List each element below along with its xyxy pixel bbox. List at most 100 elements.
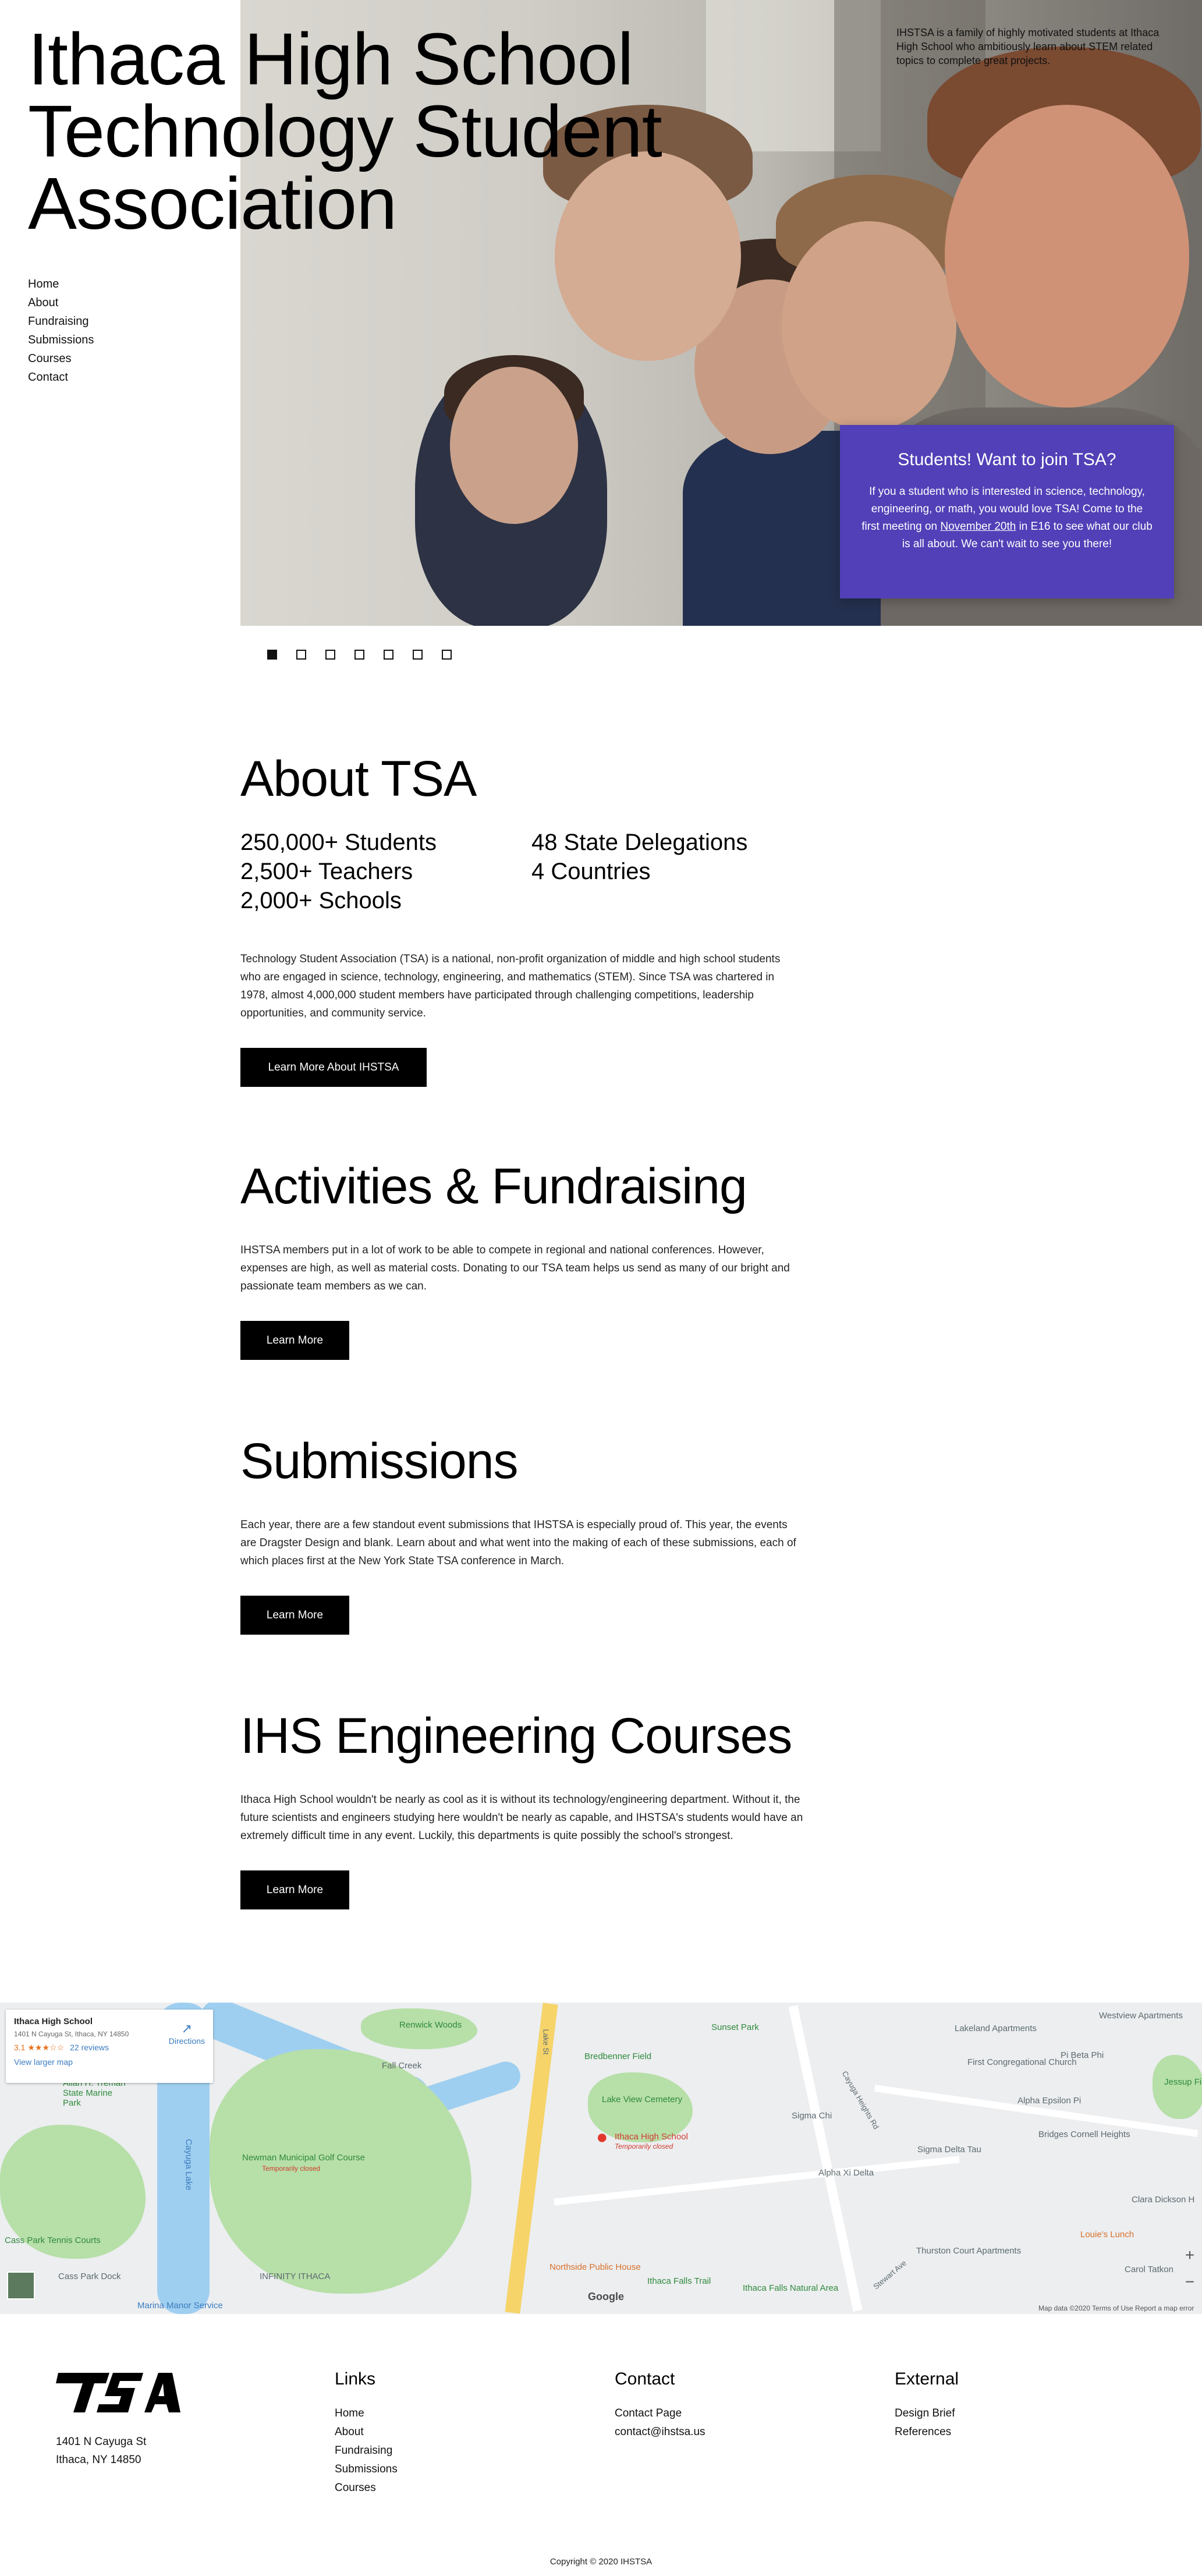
hero-blurb: IHSTSA is a family of highly motivated s…	[896, 27, 1160, 66]
zoom-out-button[interactable]: −	[1180, 2269, 1199, 2295]
stat-delegations: 48 State Delegations	[531, 830, 748, 855]
copyright: Copyright © 2020 IHSTSA	[549, 2557, 653, 2567]
directions-button[interactable]: ↗ Directions	[169, 2021, 205, 2046]
map-label-newman-closed: Temporarily closed	[262, 2164, 321, 2173]
map-label-fallcreek: Fall Creek	[382, 2061, 422, 2071]
activities-learn-more-button[interactable]: Learn More	[240, 1321, 349, 1360]
stat-schools: 2,000+ Schools	[240, 888, 402, 913]
map-label-louie: Louie's Lunch	[1080, 2230, 1134, 2240]
map-label-clara: Clara Dickson H	[1132, 2195, 1195, 2205]
zoom-in-button[interactable]: +	[1180, 2242, 1199, 2269]
footer-contact-title: Contact	[615, 2369, 675, 2389]
site-title-line1: Ithaca High School	[28, 18, 634, 100]
nav-submissions[interactable]: Submissions	[28, 331, 94, 349]
meeting-date-link[interactable]: November 20th	[940, 520, 1016, 533]
map-card-reviews-link[interactable]: 22 reviews	[70, 2043, 109, 2052]
footer-link-submissions[interactable]: Submissions	[335, 2460, 398, 2479]
map-pin-label: Ithaca High School	[615, 2132, 688, 2142]
slide-dot-1[interactable]	[267, 650, 277, 660]
nav-fundraising[interactable]: Fundraising	[28, 312, 94, 331]
submissions-section: Submissions Each year, there are a few s…	[240, 1433, 822, 1635]
map-label-firstcong: First Congregational Church	[967, 2057, 1077, 2067]
map-label-alphaxi: Alpha Xi Delta	[818, 2168, 874, 2178]
about-stats: 250,000+ Students 2,500+ Teachers 2,000+…	[240, 828, 822, 915]
courses-learn-more-button[interactable]: Learn More	[240, 1870, 349, 1909]
footer-contact-page-link[interactable]: Contact Page	[615, 2404, 705, 2423]
stats-left: 250,000+ Students 2,500+ Teachers 2,000+…	[240, 828, 531, 915]
footer-design-brief-link[interactable]: Design Brief	[895, 2404, 959, 2423]
nav-contact[interactable]: Contact	[28, 368, 94, 387]
map-label-sigmadelta: Sigma Delta Tau	[917, 2145, 981, 2155]
map-label-ithacafalls: Ithaca Falls Trail	[647, 2276, 711, 2286]
site-title-line2: Technology Student	[28, 90, 662, 172]
map-label-marina: Marina Manor Service	[137, 2301, 223, 2311]
submissions-learn-more-button[interactable]: Learn More	[240, 1596, 349, 1635]
footer-links-column: Links Home About Fundraising Submissions…	[335, 2369, 398, 2497]
site-title-line3: Association	[28, 162, 397, 245]
map-place-card: Ithaca High School 1401 N Cayuga St, Ith…	[6, 2010, 213, 2083]
join-tsa-callout: Students! Want to join TSA? If you a stu…	[840, 425, 1174, 598]
learn-more-about-button[interactable]: Learn More About IHSTSA	[240, 1048, 427, 1087]
map-label-lakeland: Lakeland Apartments	[955, 2024, 1037, 2033]
tsa-logo	[56, 2373, 180, 2412]
map-label-westview: Westview Apartments	[1099, 2011, 1183, 2021]
submissions-title: Submissions	[240, 1433, 519, 1489]
rating-stars-icon: ★★★☆☆	[27, 2043, 65, 2052]
slide-dot-3[interactable]	[325, 650, 335, 660]
footer-link-about[interactable]: About	[335, 2423, 398, 2442]
map-label-sigmachi: Sigma Chi	[792, 2111, 832, 2121]
map-attribution[interactable]: Map data ©2020 Terms of Use Report a map…	[1038, 2304, 1194, 2312]
main-nav: Home About Fundraising Submissions Cours…	[28, 275, 94, 387]
satellite-toggle-thumbnail[interactable]	[7, 2272, 35, 2299]
footer-external-column: External Design Brief References	[895, 2369, 959, 2442]
footer-email-link[interactable]: contact@ihstsa.us	[615, 2423, 705, 2442]
map-label-northside: Northside Public House	[549, 2262, 641, 2272]
activities-section: Activities & Fundraising IHSTSA members …	[240, 1158, 822, 1360]
footer-external-title: External	[895, 2369, 959, 2389]
stats-right: 48 State Delegations 4 Countries	[531, 828, 822, 915]
map-label-thurston: Thurston Court Apartments	[916, 2246, 1022, 2256]
location-pin-icon[interactable]: ●	[596, 2126, 608, 2149]
stat-students: 250,000+ Students	[240, 830, 437, 855]
slide-dot-7[interactable]	[442, 650, 452, 660]
slideshow-pager	[267, 650, 452, 660]
slide-dot-2[interactable]	[296, 650, 306, 660]
nav-about[interactable]: About	[28, 293, 94, 312]
map-label-renwick: Renwick Woods	[399, 2020, 462, 2030]
footer-link-courses[interactable]: Courses	[335, 2479, 398, 2497]
map-label-bridges: Bridges Cornell Heights	[1038, 2129, 1130, 2139]
map-label-stewartave: Stewart Ave	[871, 2258, 908, 2291]
nav-home[interactable]: Home	[28, 275, 94, 293]
footer-address: 1401 N Cayuga St Ithaca, NY 14850	[56, 2436, 147, 2466]
map-label-cayuga: Cayuga Lake	[183, 2139, 194, 2191]
directions-label: Directions	[168, 2036, 205, 2046]
map-label-lakeview: Lake View Cemetery	[602, 2095, 683, 2104]
about-section: About TSA 250,000+ Students 2,500+ Teach…	[240, 751, 822, 1087]
map-label-newman: Newman Municipal Golf Course	[242, 2153, 365, 2163]
directions-icon: ↗	[181, 2021, 193, 2036]
nav-courses[interactable]: Courses	[28, 349, 94, 368]
map-label-alphaep: Alpha Epsilon Pi	[1017, 2096, 1082, 2106]
join-heading: Students! Want to join TSA?	[898, 450, 1116, 469]
map-label-jessup: Jessup Field	[1164, 2077, 1202, 2087]
map-label-bredbenner: Bredbenner Field	[584, 2051, 652, 2061]
activities-text: IHSTSA members put in a lot of work to b…	[240, 1244, 790, 1292]
footer-references-link[interactable]: References	[895, 2423, 959, 2442]
join-text: If you a student who is interested in sc…	[861, 486, 1153, 550]
slide-dot-5[interactable]	[384, 650, 393, 660]
about-text: Technology Student Association (TSA) is …	[240, 953, 781, 1019]
map-label-fallsnat: Ithaca Falls Natural Area	[743, 2283, 839, 2293]
slide-dot-6[interactable]	[413, 650, 423, 660]
map-label-sunset: Sunset Park	[711, 2022, 759, 2032]
map-label-infinity: INFINITY ITHACA	[260, 2272, 331, 2281]
footer-link-home[interactable]: Home	[335, 2404, 398, 2423]
slide-dot-4[interactable]	[354, 650, 364, 660]
site-title: Ithaca High School Technology Student As…	[28, 23, 785, 240]
about-title: About TSA	[240, 751, 477, 807]
footer-links-title: Links	[335, 2369, 376, 2389]
view-larger-map-link[interactable]: View larger map	[14, 2057, 205, 2067]
stat-countries: 4 Countries	[531, 859, 651, 884]
footer-contact-column: Contact Contact Page contact@ihstsa.us	[615, 2369, 705, 2442]
map-label-lakest: Lake St	[541, 2029, 551, 2055]
footer-link-fundraising[interactable]: Fundraising	[335, 2442, 398, 2460]
